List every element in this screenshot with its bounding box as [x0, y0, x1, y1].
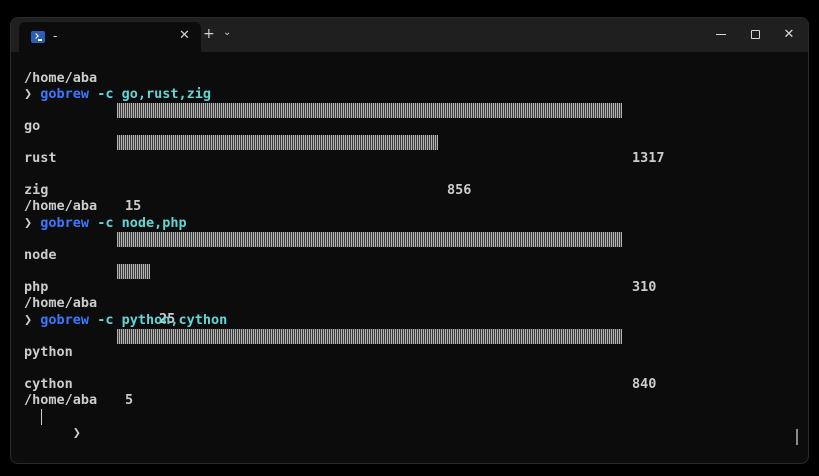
- terminal-output[interactable]: /home/aba ❯ gobrew -c go,rust,zig go 131…: [24, 52, 808, 463]
- command-args: -c python,cython: [97, 312, 228, 328]
- minimize-icon: [716, 34, 726, 35]
- command-name: gobrew: [40, 86, 90, 102]
- command-name: gobrew: [40, 215, 90, 231]
- prompt-line: ❯ gobrew -c node,php: [24, 215, 187, 231]
- result-count: 15: [125, 198, 142, 214]
- prompt-line: ❯ gobrew -c python,cython: [24, 312, 227, 328]
- prompt-symbol: ❯: [24, 312, 33, 328]
- title-bar[interactable]: - ✕ + ⌄ ✕: [11, 18, 808, 52]
- terminal-window: - ✕ + ⌄ ✕ /home/aba ❯ gobrew -c go,rust,…: [10, 17, 809, 464]
- result-row: rust 856: [24, 134, 724, 198]
- result-row: cython 5: [24, 360, 724, 408]
- cwd-line: /home/aba: [24, 295, 98, 311]
- result-label: go: [24, 118, 41, 134]
- scrollbar[interactable]: [796, 429, 798, 445]
- result-bar: [117, 103, 622, 118]
- cwd-line: /home/aba: [24, 392, 98, 408]
- prompt-symbol: ❯: [24, 86, 33, 102]
- result-label: zig: [24, 182, 49, 198]
- new-tab-button[interactable]: +: [203, 26, 215, 42]
- result-count: 840: [632, 376, 657, 392]
- text-cursor: [41, 409, 42, 425]
- prompt-symbol: ❯: [24, 215, 33, 231]
- command-args: -c go,rust,zig: [97, 86, 211, 102]
- result-label: node: [24, 247, 57, 263]
- tab-title: -: [53, 29, 58, 43]
- result-label: rust: [24, 150, 57, 166]
- cwd-line: /home/aba: [24, 198, 98, 214]
- prompt-line: ❯ gobrew -c go,rust,zig: [24, 86, 211, 102]
- maximize-icon: [750, 30, 760, 39]
- result-row: zig 15: [24, 166, 724, 214]
- minimize-button[interactable]: [705, 22, 737, 46]
- result-bar: [117, 329, 622, 344]
- result-label: php: [24, 279, 49, 295]
- result-row: python 840: [24, 328, 724, 392]
- result-row: node 310: [24, 231, 724, 295]
- maximize-button[interactable]: [739, 22, 771, 46]
- result-count: 856: [447, 182, 472, 198]
- powershell-icon: [31, 31, 45, 43]
- chevron-down-icon[interactable]: ⌄: [223, 27, 231, 38]
- cwd-line: /home/aba: [24, 70, 98, 86]
- result-count: 5: [125, 392, 134, 408]
- result-bar: [117, 264, 150, 279]
- result-row: go 1317: [24, 102, 724, 166]
- tab-close-icon[interactable]: ✕: [179, 28, 190, 43]
- result-bar: [117, 135, 438, 150]
- result-bar: [117, 232, 622, 247]
- result-label: python: [24, 344, 73, 360]
- result-label: cython: [24, 376, 73, 392]
- result-row: php 25: [24, 263, 724, 327]
- result-count: 310: [632, 279, 657, 295]
- command-name: gobrew: [40, 312, 90, 328]
- result-count: 1317: [632, 150, 665, 166]
- close-button[interactable]: ✕: [773, 22, 805, 46]
- close-icon: ✕: [783, 27, 795, 42]
- command-args: -c node,php: [97, 215, 187, 231]
- tab-terminal[interactable]: - ✕: [19, 22, 201, 52]
- prompt-symbol: ❯: [72, 425, 81, 441]
- prompt-line[interactable]: ❯: [24, 409, 81, 441]
